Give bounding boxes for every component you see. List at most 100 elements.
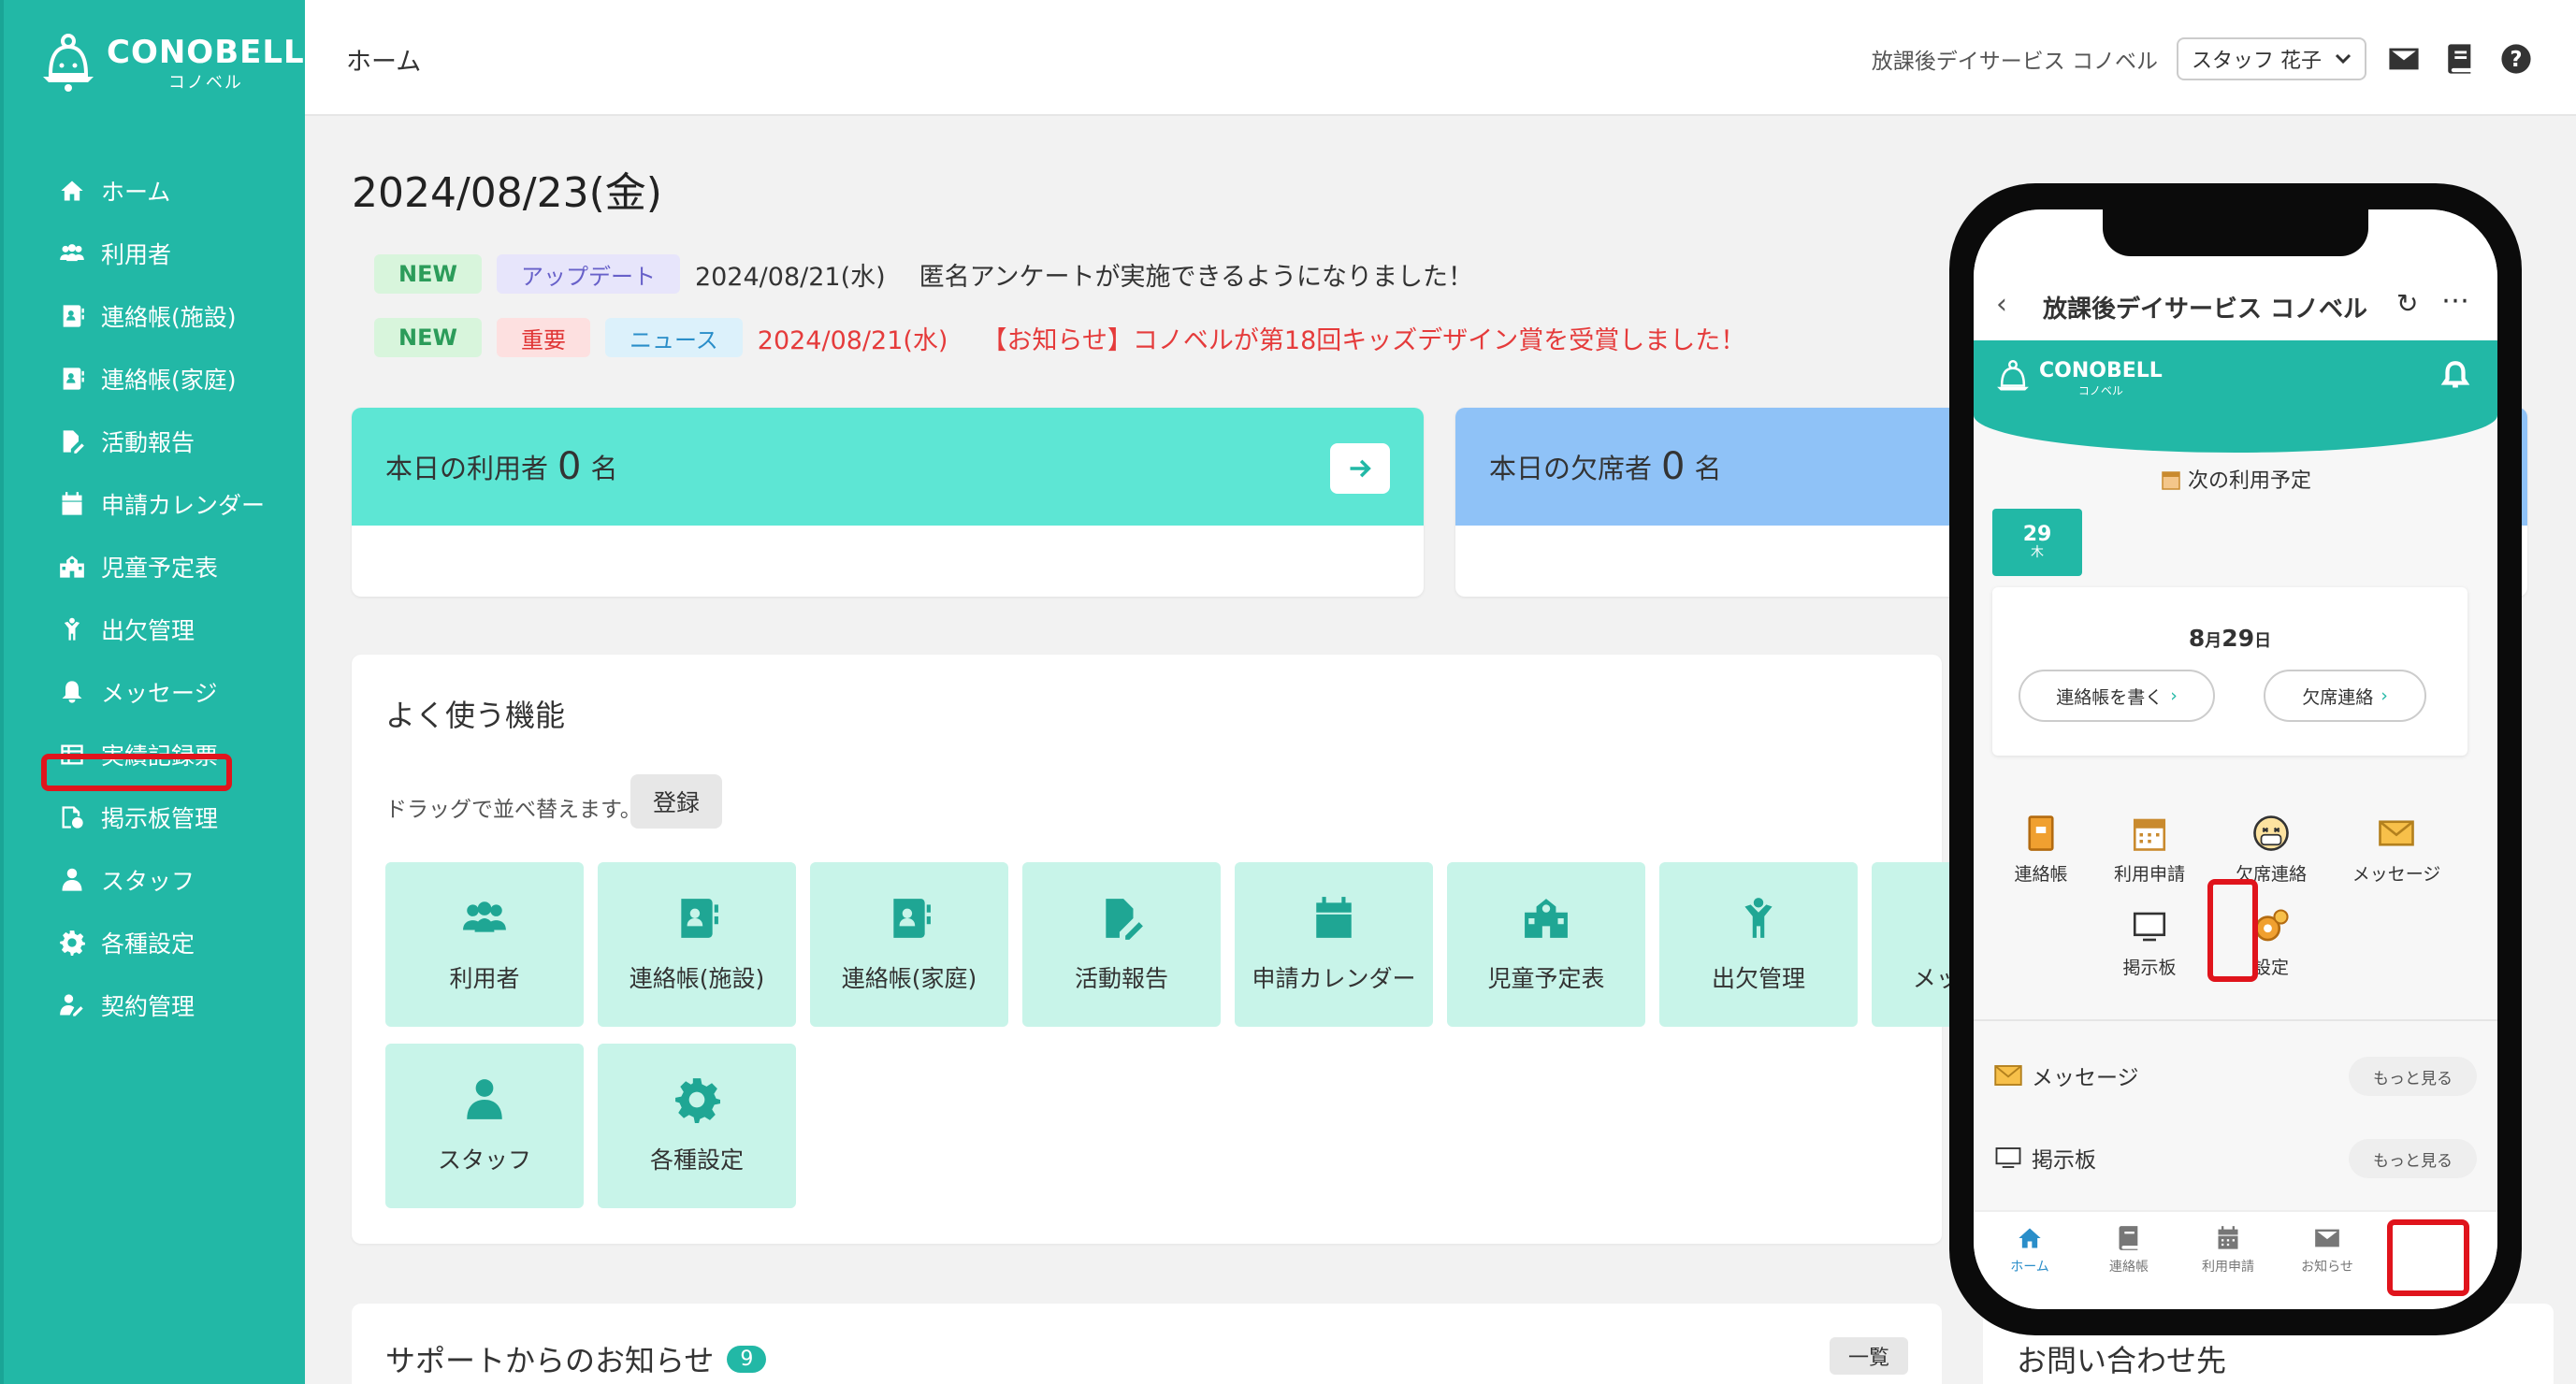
table-icon	[58, 741, 86, 769]
tile-label: 申請カレンダー	[1252, 965, 1416, 992]
sidebar-item-contact-home[interactable]: 連絡帳(家庭)	[4, 347, 309, 410]
more-icon[interactable]: ⋯	[2441, 284, 2469, 317]
board-icon	[58, 803, 86, 831]
function-tile-attendance[interactable]: 出欠管理	[1659, 862, 1858, 1027]
function-tile-calendar[interactable]: 申請カレンダー	[1235, 862, 1433, 1027]
phone-func-absent[interactable]: 欠席連絡	[2215, 814, 2327, 886]
notice-row[interactable]: NEW アップデート 2024/08/21(水) 匿名アンケートが実施できるよう…	[374, 254, 1473, 294]
tab-contact[interactable]: 連絡帳	[2082, 1225, 2176, 1276]
sidebar-item-label: 申請カレンダー	[101, 491, 266, 519]
user-select[interactable]: スタッフ 花子	[2177, 37, 2366, 80]
absent-contact-button[interactable]: 欠席連絡 ›	[2264, 670, 2426, 722]
sidebar-item-board-admin[interactable]: 掲示板管理	[4, 786, 309, 848]
bell-logo-icon	[43, 34, 94, 92]
phone-func-application[interactable]: 利用申請	[2093, 814, 2206, 886]
arrow-right-icon[interactable]	[1330, 443, 1390, 494]
phone-func-settings[interactable]: 設定	[2215, 907, 2327, 979]
board-icon	[2133, 912, 2166, 942]
sidebar-item-staff[interactable]: スタッフ	[4, 848, 309, 911]
sidebar-item-schedule[interactable]: 児童予定表	[4, 535, 309, 598]
logo-main-text: CONOBELL	[2039, 359, 2163, 382]
function-tile-staff[interactable]: スタッフ	[385, 1044, 584, 1208]
tab-notifications[interactable]: お知らせ	[2280, 1225, 2374, 1276]
stat-unit: 名	[590, 453, 618, 484]
page-title: ホーム	[346, 48, 422, 77]
facility-name: 放課後デイサービス コノベル	[1871, 50, 2158, 74]
sidebar-item-settings[interactable]: 各種設定	[4, 911, 309, 973]
sidebar: CONOBELL コノベル ホーム 利用者 連絡帳(施設) 連絡帳(家庭) 活動…	[0, 0, 305, 1384]
contract-icon	[58, 991, 86, 1019]
section-title: サポートからのお知らせ	[385, 1343, 715, 1378]
phone-func-board[interactable]: 掲示板	[2093, 907, 2206, 979]
manual-book-icon	[2119, 1226, 2138, 1250]
stat-unit: 名	[1694, 453, 1722, 484]
phone-facility-title: 放課後デイサービス コノベル	[2043, 296, 2368, 324]
notification-bell-icon[interactable]	[2439, 359, 2471, 395]
contact-book-icon	[681, 899, 718, 938]
view-list-button[interactable]: 一覧	[1829, 1337, 1908, 1375]
sidebar-item-label: 掲示板管理	[101, 804, 219, 832]
register-button[interactable]: 登録	[630, 774, 723, 829]
sidebar-nav: ホーム 利用者 連絡帳(施設) 連絡帳(家庭) 活動報告 申請カレンダー 児童予…	[4, 159, 309, 1036]
contact-book-icon	[58, 302, 86, 330]
function-tile-users[interactable]: 利用者	[385, 862, 584, 1027]
app-logo[interactable]: CONOBELL コノベル	[41, 34, 305, 94]
see-more-button[interactable]: もっと見る	[2349, 1057, 2477, 1096]
function-tile-contact-facility[interactable]: 連絡帳(施設)	[598, 862, 796, 1027]
phone-func-message[interactable]: メッセージ	[2340, 814, 2453, 886]
function-tile-schedule[interactable]: 児童予定表	[1447, 862, 1645, 1027]
user-name: スタッフ 花子	[2192, 50, 2322, 73]
sidebar-item-activity-report[interactable]: 活動報告	[4, 410, 309, 472]
write-contact-button[interactable]: 連絡帳を書く ›	[2019, 670, 2215, 722]
gear-icon	[675, 1078, 720, 1123]
sidebar-item-contract[interactable]: 契約管理	[4, 973, 309, 1036]
report-edit-icon	[58, 427, 86, 455]
next-date-badge[interactable]: 29 木	[1992, 509, 2082, 576]
help-icon[interactable]: ?	[2497, 40, 2535, 78]
gear-icon	[2254, 909, 2289, 942]
phone-message-row[interactable]: メッセージ もっと見る	[1994, 1047, 2477, 1103]
sidebar-item-label: 各種設定	[101, 930, 195, 958]
tile-label: 連絡帳(家庭)	[841, 965, 977, 992]
sidebar-item-calendar[interactable]: 申請カレンダー	[4, 472, 309, 535]
envelope-icon	[1994, 1065, 2022, 1086]
refresh-icon[interactable]: ↻	[2396, 288, 2418, 319]
back-chevron-icon[interactable]: ‹	[1996, 288, 2007, 321]
update-badge: アップデート	[496, 254, 680, 294]
next-schedule-label: 次の利用予定	[1974, 464, 2497, 494]
function-tile-activity-report[interactable]: 活動報告	[1022, 862, 1221, 1027]
phone-board-row[interactable]: 掲示板 もっと見る	[1994, 1130, 2477, 1186]
badge-day: 29	[2022, 523, 2052, 547]
notebook-icon	[2028, 815, 2054, 851]
manual-book-icon[interactable]	[2441, 40, 2479, 78]
badge-weekday: 木	[2031, 545, 2044, 561]
bell-logo-icon	[1997, 360, 2029, 391]
notice-row[interactable]: NEW 重要 ニュース 2024/08/21(水) 【お知らせ】コノベルが第18…	[374, 318, 1745, 357]
stat-label: 本日の欠席者	[1489, 453, 1653, 484]
sidebar-item-contact-facility[interactable]: 連絡帳(施設)	[4, 284, 309, 347]
function-tile-contact-home[interactable]: 連絡帳(家庭)	[810, 862, 1008, 1027]
sidebar-item-records[interactable]: 実績記録票	[4, 723, 309, 786]
sidebar-item-label: 利用者	[101, 240, 172, 268]
function-tile-settings[interactable]: 各種設定	[598, 1044, 796, 1208]
sidebar-item-label: 活動報告	[101, 428, 195, 456]
school-icon	[1525, 899, 1568, 938]
sidebar-item-message[interactable]: メッセージ	[4, 660, 309, 723]
sidebar-item-users[interactable]: 利用者	[4, 222, 309, 284]
news-badge: ニュース	[604, 318, 743, 357]
tab-home[interactable]: ホーム	[1983, 1225, 2077, 1276]
child-icon	[58, 615, 86, 643]
users-icon	[463, 901, 506, 932]
tile-label: スタッフ	[437, 1146, 531, 1174]
notice-date: 2024/08/21(水)	[757, 325, 948, 355]
sidebar-item-label: 連絡帳(家庭)	[101, 366, 237, 394]
tab-application[interactable]: 利用申請	[2181, 1225, 2275, 1276]
sidebar-item-label: スタッフ	[101, 867, 195, 895]
sidebar-item-home[interactable]: ホーム	[4, 159, 309, 222]
phone-func-contact[interactable]: 連絡帳	[1985, 814, 2097, 886]
mail-icon[interactable]	[2385, 40, 2423, 78]
sidebar-item-attendance[interactable]: 出欠管理	[4, 598, 309, 660]
phone-app-bar: CONOBELL コノベル	[1974, 340, 2497, 453]
see-more-button[interactable]: もっと見る	[2349, 1139, 2477, 1178]
gear-icon	[58, 929, 86, 957]
